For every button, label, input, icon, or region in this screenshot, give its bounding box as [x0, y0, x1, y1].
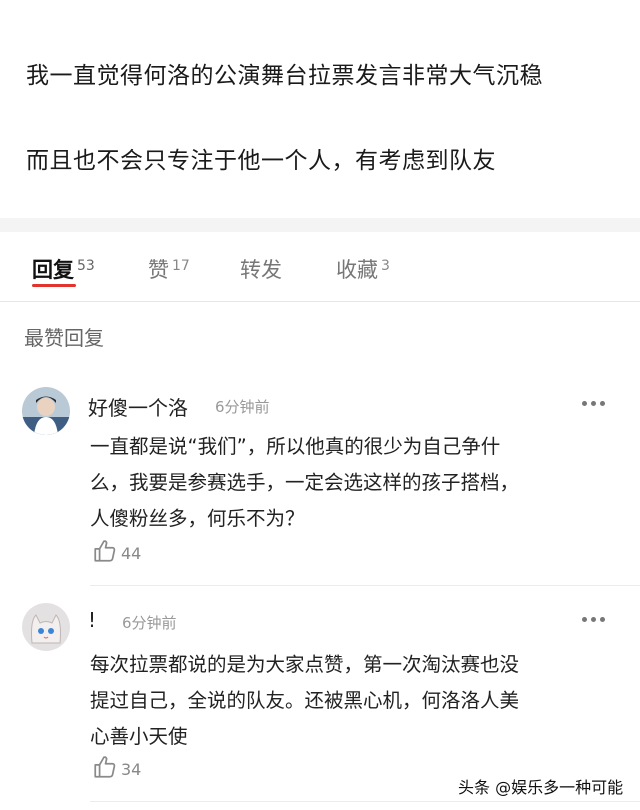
tab-favorites[interactable]: 收藏 3 — [336, 254, 390, 284]
tab-replies[interactable]: 回复 53 — [32, 254, 95, 284]
comment-divider — [90, 585, 640, 586]
post-text-line: 我一直觉得何洛的公演舞台拉票发言非常大气沉稳 — [26, 63, 543, 89]
tab-label: 收藏 — [336, 258, 378, 282]
tab-label: 赞 — [148, 258, 169, 282]
comment-text-line: 每次拉票都说的是为大家点赞，第一次淘汰赛也没 — [90, 653, 520, 676]
more-dots-icon[interactable] — [580, 393, 610, 413]
avatar-cat-icon — [22, 603, 70, 651]
section-title: 最赞回复 — [24, 326, 104, 350]
tab-label: 回复 — [32, 258, 74, 282]
comment-divider — [90, 801, 640, 802]
user-avatar[interactable] — [22, 603, 70, 651]
comment-text-line: 一直都是说“我们”，所以他真的很少为自己争什 — [90, 435, 501, 458]
comment-text-line: 么，我要是参赛选手，一定会选这样的孩子搭档， — [90, 471, 520, 494]
like-count: 34 — [121, 760, 142, 779]
more-dots-icon[interactable] — [580, 609, 610, 629]
comment-time: 6分钟前 — [215, 398, 270, 416]
section-gap — [0, 218, 640, 232]
like-button[interactable]: 34 — [92, 754, 172, 784]
tab-reposts[interactable]: 转发 — [240, 254, 285, 284]
post-body: 我一直觉得何洛的公演舞台拉票发言非常大气沉稳 而且也不会只专注于他一个人，有考虑… — [0, 0, 640, 218]
comment-text-line: 人傻粉丝多，何乐不为？ — [90, 507, 305, 530]
comment-text-line: 心善小天使 — [90, 725, 188, 748]
tab-likes[interactable]: 赞 17 — [148, 254, 190, 284]
avatar-photo-icon — [22, 387, 70, 435]
comment-text-line: 提过自己，全说的队友。还被黑心机，何洛洛人美 — [90, 689, 520, 712]
comment-time: 6分钟前 — [122, 614, 177, 632]
watermark: 头条 @娱乐多一种可能 — [458, 778, 624, 797]
tab-count: 3 — [381, 258, 390, 274]
like-count: 44 — [121, 544, 142, 563]
tab-count: 17 — [172, 258, 190, 274]
username[interactable]: 好傻一个洛 — [88, 392, 188, 421]
post-text-line: 而且也不会只专注于他一个人，有考虑到队友 — [26, 148, 496, 174]
tab-label: 转发 — [240, 258, 282, 282]
like-button[interactable]: 44 — [92, 538, 172, 568]
username[interactable]: ! — [88, 608, 96, 632]
thumbs-up-icon — [94, 540, 116, 562]
user-avatar[interactable] — [22, 387, 70, 435]
active-tab-indicator — [32, 284, 76, 287]
thumbs-up-icon — [94, 756, 116, 778]
tab-count: 53 — [77, 258, 95, 274]
tab-bar: 回复 53 赞 17 转发 收藏 3 — [0, 232, 640, 302]
